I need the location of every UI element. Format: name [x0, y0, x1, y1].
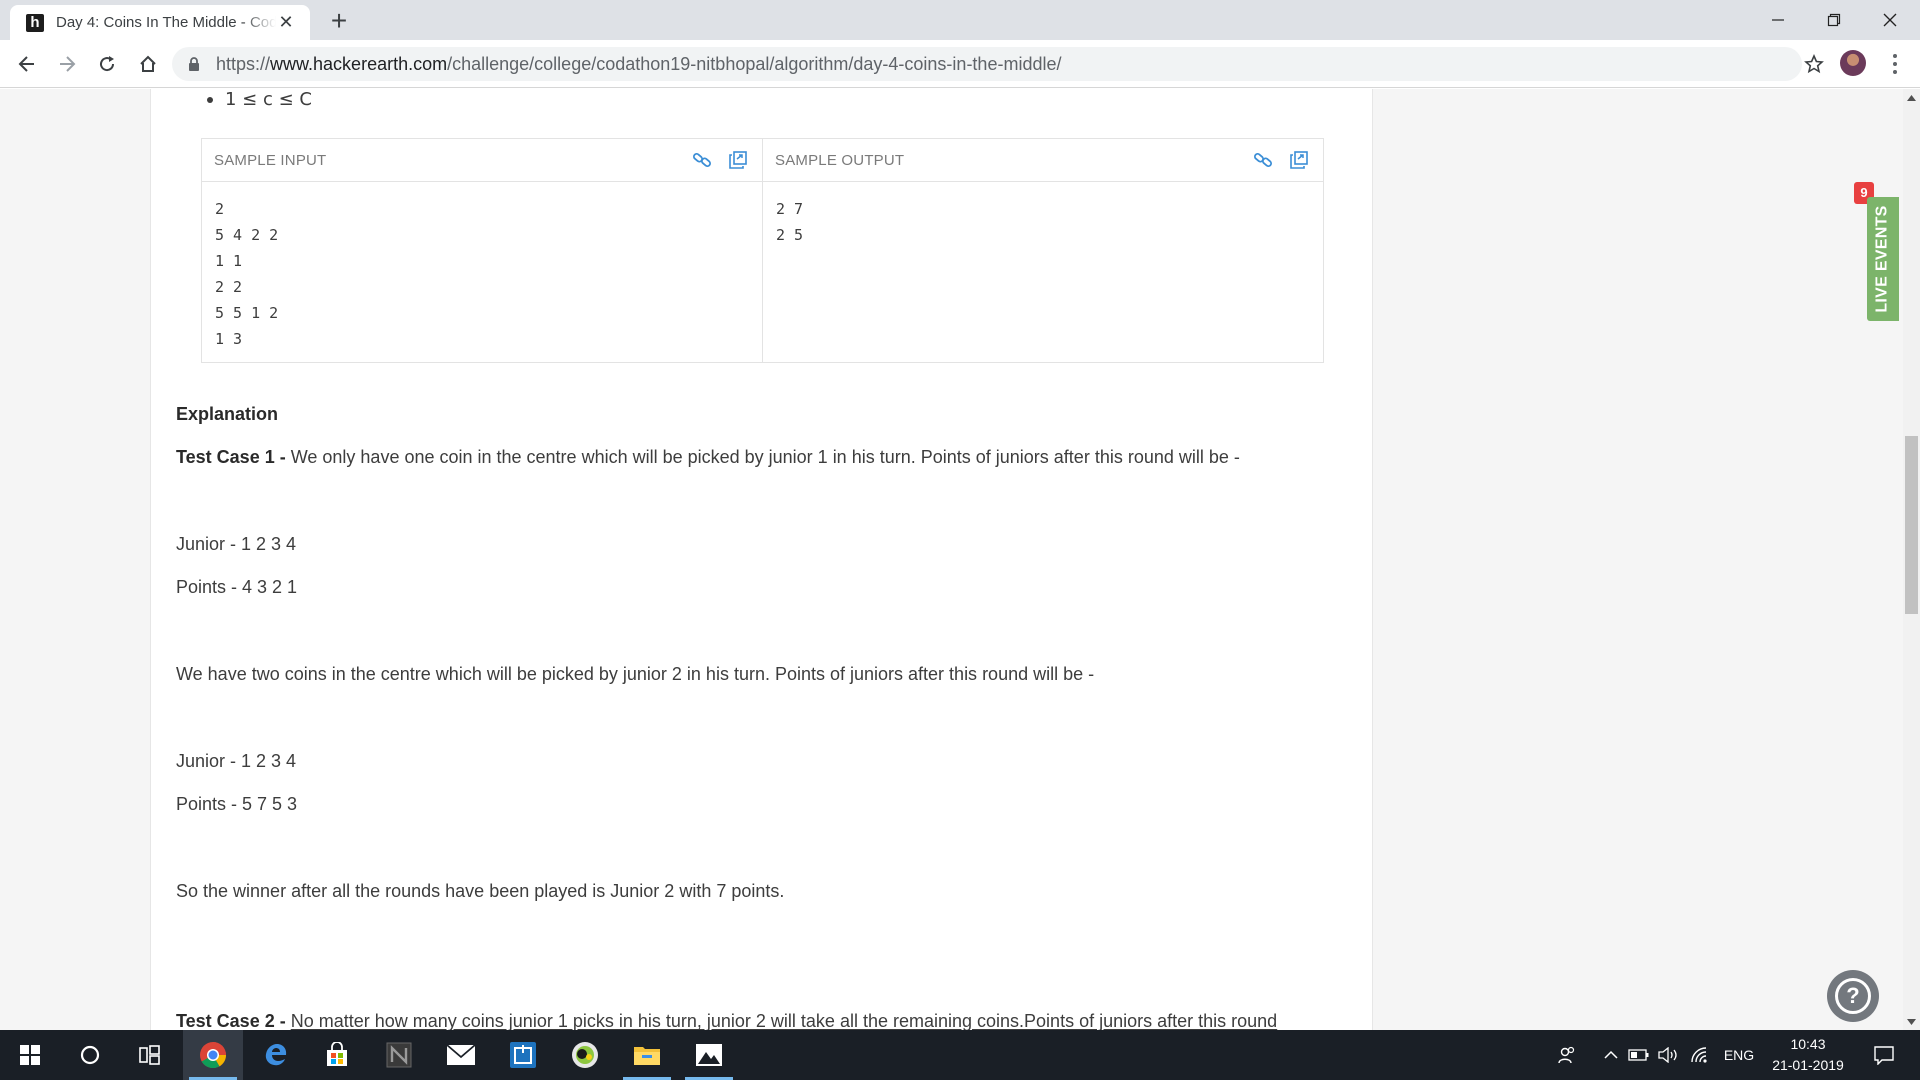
problem-content: 1 ≤ c ≤ C SAMPLE INPUT 2 5 4 2 2 1 1 2 2…	[150, 89, 1373, 1030]
app-ball-taskbar-icon[interactable]	[555, 1030, 615, 1080]
address-bar[interactable]: https://www.hackerearth.com/challenge/co…	[172, 47, 1802, 81]
sample-input-header: SAMPLE INPUT	[202, 139, 762, 182]
sample-input-line: 2	[215, 200, 225, 218]
points-line-2: Points - 5 7 5 3	[176, 794, 298, 814]
junior-line-1: Junior - 1 2 3 4	[176, 534, 297, 554]
window-minimize-icon[interactable]	[1750, 0, 1806, 40]
windows-taskbar: ENG 10:43 21-01-2019	[0, 1030, 1920, 1080]
volume-icon[interactable]	[1656, 1030, 1682, 1080]
show-hidden-icons-chevron-up-icon[interactable]	[1600, 1030, 1622, 1080]
sample-output-line: 2 7	[776, 200, 804, 218]
constraint-item: 1 ≤ c ≤ C	[207, 89, 312, 110]
language-indicator[interactable]: ENG	[1718, 1030, 1760, 1080]
link-icon[interactable]	[690, 148, 714, 172]
profile-avatar[interactable]	[1840, 50, 1866, 76]
app-n-taskbar-icon[interactable]	[369, 1030, 429, 1080]
link-icon[interactable]	[1251, 148, 1275, 172]
photos-taskbar-icon[interactable]	[679, 1030, 739, 1080]
window-close-icon[interactable]	[1862, 0, 1918, 40]
test-case-2-paragraph: Test Case 2 - No matter how many coins j…	[176, 1011, 1277, 1030]
test-case-1-paragraph: Test Case 1 - We only have one coin in t…	[176, 447, 1240, 468]
back-arrow-icon[interactable]	[13, 50, 41, 78]
points-line-1: Points - 4 3 2 1	[176, 577, 298, 597]
clock-date: 21-01-2019	[1772, 1057, 1844, 1073]
clock-time: 10:43	[1790, 1036, 1826, 1052]
sample-input-line: 1 3	[215, 330, 243, 348]
copy-icon[interactable]	[1287, 148, 1311, 172]
task-view-icon[interactable]	[120, 1030, 180, 1080]
store-taskbar-icon[interactable]	[307, 1030, 367, 1080]
window-restore-icon[interactable]	[1806, 0, 1862, 40]
forward-arrow-icon[interactable]	[53, 50, 81, 78]
test-case-1-text: We only have one coin in the centre whic…	[290, 447, 1240, 467]
sample-output-panel: SAMPLE OUTPUT 2 7 2 5	[762, 139, 1323, 362]
sample-input-label: SAMPLE INPUT	[214, 151, 327, 169]
edge-taskbar-icon[interactable]	[246, 1030, 306, 1080]
scroll-up-arrow-icon[interactable]	[1903, 89, 1920, 106]
app-window-taskbar-icon[interactable]	[493, 1030, 553, 1080]
sample-output-header: SAMPLE OUTPUT	[763, 139, 1323, 182]
hackerearth-favicon-icon: h	[26, 13, 44, 32]
home-icon[interactable]	[134, 50, 162, 78]
battery-icon[interactable]	[1626, 1030, 1652, 1080]
notifications-icon[interactable]	[1864, 1030, 1904, 1080]
bookmark-star-icon[interactable]	[1804, 53, 1824, 79]
taskbar-clock[interactable]: 10:43 21-01-2019	[1763, 1034, 1853, 1076]
sample-output-label: SAMPLE OUTPUT	[775, 151, 905, 169]
windows-start-icon[interactable]	[0, 1030, 60, 1080]
browser-tab-active[interactable]: h Day 4: Coins In The Middle - CodeChef …	[10, 5, 310, 40]
round-2-text: We have two coins in the centre which wi…	[176, 664, 1095, 684]
junior-line-2: Junior - 1 2 3 4	[176, 751, 297, 771]
live-events-label: LIVE EVENTS	[1874, 205, 1892, 313]
sample-output-line: 2 5	[776, 226, 804, 244]
tab-strip: h Day 4: Coins In The Middle - CodeChef …	[0, 0, 1920, 40]
page-scrollbar[interactable]	[1903, 89, 1920, 1030]
sample-input-line: 1 1	[215, 252, 243, 270]
test-case-2-label: Test Case 2 -	[176, 1011, 291, 1030]
help-button[interactable]: ?	[1827, 970, 1879, 1022]
scrollbar-thumb[interactable]	[1905, 436, 1918, 614]
sample-io-box: SAMPLE INPUT 2 5 4 2 2 1 1 2 2 5 5 1 2 1…	[201, 138, 1324, 363]
live-events-tab[interactable]: LIVE EVENTS	[1867, 197, 1899, 321]
scroll-down-arrow-icon[interactable]	[1903, 1013, 1920, 1030]
menu-kebab-icon[interactable]	[1885, 52, 1905, 76]
copy-icon[interactable]	[726, 148, 750, 172]
sample-input-line: 2 2	[215, 278, 243, 296]
winner-text: So the winner after all the rounds have …	[176, 881, 785, 901]
page-viewport: 1 ≤ c ≤ C SAMPLE INPUT 2 5 4 2 2 1 1 2 2…	[0, 89, 1903, 1030]
help-question-icon: ?	[1835, 978, 1871, 1014]
test-case-2-text: No matter how many coins junior 1 picks …	[290, 1011, 1278, 1030]
test-case-1-label: Test Case 1 -	[176, 447, 291, 467]
sample-input-line: 5 5 1 2	[215, 304, 279, 322]
tab-title: Day 4: Coins In The Middle - CodeChef	[56, 14, 277, 31]
people-tray-icon[interactable]	[1552, 1030, 1582, 1080]
file-explorer-taskbar-icon[interactable]	[617, 1030, 677, 1080]
browser-toolbar: https://www.hackerearth.com/challenge/co…	[0, 40, 1920, 88]
sample-input-line: 5 4 2 2	[215, 226, 279, 244]
constraint-text: 1 ≤ c ≤ C	[225, 89, 312, 110]
reload-icon[interactable]	[93, 50, 121, 78]
mail-taskbar-icon[interactable]	[431, 1030, 491, 1080]
sample-input-body: 2 5 4 2 2 1 1 2 2 5 5 1 2 1 3	[202, 182, 762, 366]
lock-icon	[189, 57, 199, 71]
wifi-icon[interactable]	[1686, 1030, 1714, 1080]
sample-output-body: 2 7 2 5	[763, 182, 1323, 262]
explanation-heading: Explanation	[176, 404, 279, 424]
url-text: https://www.hackerearth.com/challenge/co…	[216, 53, 1062, 74]
bullet-icon	[207, 96, 213, 103]
sample-input-panel: SAMPLE INPUT 2 5 4 2 2 1 1 2 2 5 5 1 2 1…	[202, 139, 762, 362]
tab-close-icon[interactable]: ✕	[276, 12, 296, 33]
cortana-search-icon[interactable]	[60, 1030, 120, 1080]
chrome-taskbar-icon[interactable]	[183, 1030, 243, 1080]
new-tab-icon[interactable]: +	[324, 6, 354, 36]
